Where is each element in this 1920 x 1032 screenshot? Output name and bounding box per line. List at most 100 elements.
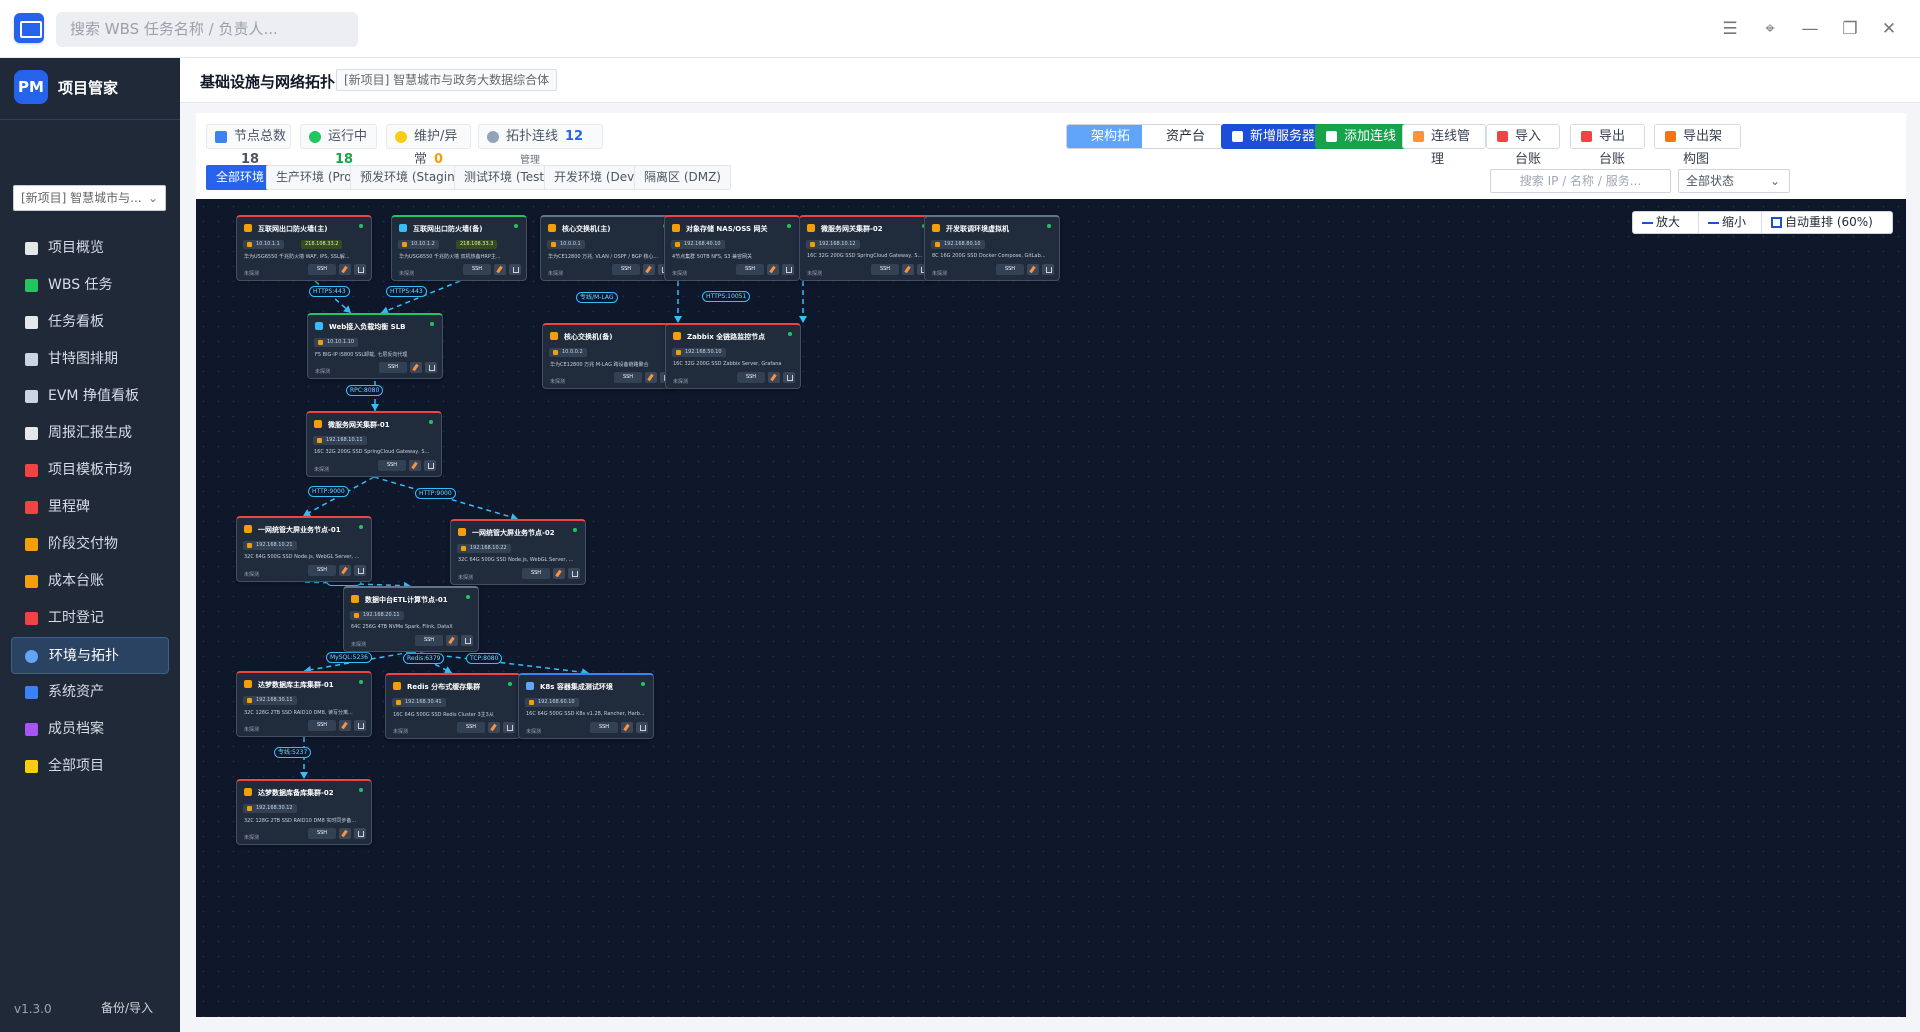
sidebar-item-1[interactable]: WBS 任务 — [0, 267, 180, 304]
edit-icon[interactable] — [1027, 264, 1039, 275]
trash-icon[interactable] — [1042, 264, 1054, 275]
restore-icon[interactable]: ❐ — [1838, 17, 1862, 41]
backup-import-link[interactable]: 备份/导入 — [101, 999, 153, 1016]
sidebar-item-2[interactable]: 任务看板 — [0, 304, 180, 341]
server-node[interactable]: 互联网出口防火墙(备) 10.10.1.2 218.108.33.3 华为USG655… — [391, 215, 527, 281]
edit-icon[interactable] — [621, 722, 633, 733]
link-label[interactable]: TCP:8080 — [466, 653, 503, 664]
minimize-icon[interactable]: — — [1798, 17, 1822, 41]
trash-icon[interactable] — [568, 568, 580, 579]
tab-all-environments[interactable]: 全部环境 — [206, 165, 275, 190]
ssh-button[interactable]: SSH — [308, 565, 336, 576]
ssh-button[interactable]: SSH — [308, 720, 336, 731]
ssh-button[interactable]: SSH — [737, 372, 765, 383]
auto-layout-button[interactable]: 自动重排 (60%) — [1762, 212, 1892, 233]
edit-icon[interactable] — [339, 264, 351, 275]
server-node[interactable]: K8s 容器集成测试环境 192.168.60.10 16C 64G 500G SS… — [518, 673, 654, 739]
zoom-in-button[interactable]: 放大 — [1633, 212, 1699, 233]
edit-icon[interactable] — [410, 362, 422, 373]
server-node[interactable]: 数据中台ETL计算节点-01 192.168.20.11 64C 256G 4TB … — [343, 586, 479, 652]
architecture-topology-tab[interactable]: 架构拓扑 — [1067, 125, 1142, 148]
server-node[interactable]: 达梦数据库备库集群-02 192.168.30.12 32C 128G 2TB SS… — [236, 779, 372, 845]
status-filter-select[interactable]: 全部状态 ⌄ — [1678, 169, 1790, 193]
ssh-button[interactable]: SSH — [415, 635, 443, 646]
trash-icon[interactable] — [461, 635, 473, 646]
trash-icon[interactable] — [354, 720, 366, 731]
ssh-button[interactable]: SSH — [614, 372, 642, 383]
zoom-out-button[interactable]: 缩小 — [1699, 212, 1762, 233]
edit-icon[interactable] — [768, 372, 780, 383]
server-node[interactable]: Redis 分布式缓存集群 192.168.30.41 16C 64G 500G S… — [385, 673, 521, 739]
server-node[interactable]: 微服务网关集群-02 192.168.10.12 16C 32G 200G SSD … — [799, 215, 935, 281]
sidebar-item-11[interactable]: 环境与拓扑 — [11, 637, 169, 674]
server-node[interactable]: 互联网出口防火墙(主) 10.10.1.1 218.108.33.2 华为USG655… — [236, 215, 372, 281]
trash-icon[interactable] — [354, 828, 366, 839]
sidebar-item-14[interactable]: 全部项目 — [0, 748, 180, 785]
link-label[interactable]: HTTP:9000 — [415, 488, 456, 499]
global-search-input[interactable]: 搜索 WBS 任务名称 / 负责人... — [56, 12, 358, 47]
sidebar-item-4[interactable]: EVM 挣值看板 — [0, 378, 180, 415]
link-label[interactable]: RPC:8080 — [346, 385, 384, 396]
edit-icon[interactable] — [767, 264, 779, 275]
sidebar-item-5[interactable]: 周报汇报生成 — [0, 415, 180, 452]
project-selector[interactable]: [新项目] 智慧城市与... ⌄ — [13, 185, 166, 211]
server-node[interactable]: 开发联调环境虚拟机 192.168.80.10 8C 16G 200G SSD Do… — [924, 215, 1060, 281]
sidebar-item-10[interactable]: 工时登记 — [0, 600, 180, 637]
sidebar-item-3[interactable]: 甘特图排期 — [0, 341, 180, 378]
edit-icon[interactable] — [446, 635, 458, 646]
server-node[interactable]: Web接入负载均衡 SLB 10.10.1.10 F5 BIG-IP i5800 S… — [307, 313, 443, 379]
server-node[interactable]: 微服务网关集群-01 192.168.10.11 16C 32G 200G SSD … — [306, 411, 442, 477]
trash-icon[interactable] — [503, 722, 515, 733]
link-management-button[interactable]: 连线管理 — [1402, 124, 1486, 167]
sidebar-item-13[interactable]: 成员档案 — [0, 711, 180, 748]
link-label[interactable]: HTTP:9000 — [308, 486, 349, 497]
ssh-button[interactable]: SSH — [522, 568, 550, 579]
edit-icon[interactable] — [339, 565, 351, 576]
edit-icon[interactable] — [643, 264, 655, 275]
close-icon[interactable]: ✕ — [1877, 17, 1901, 41]
sidebar-item-12[interactable]: 系统资产 — [0, 674, 180, 711]
trash-icon[interactable] — [509, 264, 521, 275]
link-label[interactable]: HTTPS:443 — [386, 286, 427, 297]
edit-icon[interactable] — [409, 460, 421, 471]
export-architecture-button[interactable]: 导出架构图 — [1654, 124, 1741, 167]
link-label[interactable]: HTTPS:443 — [309, 286, 350, 297]
edit-icon[interactable] — [902, 264, 914, 275]
link-label[interactable]: 专线:5237 — [274, 747, 312, 758]
export-ledger-button[interactable]: 导出台账 — [1570, 124, 1645, 167]
ssh-button[interactable]: SSH — [308, 264, 336, 275]
pin-icon[interactable]: ⌖ — [1758, 17, 1782, 41]
edit-icon[interactable] — [488, 722, 500, 733]
sidebar-item-8[interactable]: 阶段交付物 — [0, 526, 180, 563]
add-link-button[interactable]: 添加连线 — [1315, 124, 1409, 149]
edit-icon[interactable] — [339, 828, 351, 839]
trash-icon[interactable] — [636, 722, 648, 733]
edit-icon[interactable] — [645, 372, 657, 383]
link-label[interactable]: Redis:6379 — [403, 653, 445, 664]
ssh-button[interactable]: SSH — [590, 722, 618, 733]
menu-icon[interactable]: ☰ — [1718, 17, 1742, 41]
server-node[interactable]: 一网统管大屏业务节点-02 192.168.10.22 32C 64G 500G S… — [450, 519, 586, 585]
ssh-button[interactable]: SSH — [457, 722, 485, 733]
trash-icon[interactable] — [425, 362, 437, 373]
server-node[interactable]: 一网统管大屏业务节点-01 192.168.10.21 32C 64G 500G S… — [236, 516, 372, 582]
ssh-button[interactable]: SSH — [308, 828, 336, 839]
topology-canvas[interactable]: HTTPS:443 HTTPS:443 专线/M-LAG HTTPS:10051 RPC… — [196, 199, 1906, 1017]
trash-icon[interactable] — [782, 264, 794, 275]
trash-icon[interactable] — [354, 264, 366, 275]
sidebar-item-6[interactable]: 项目模板市场 — [0, 452, 180, 489]
sidebar-item-7[interactable]: 里程碑 — [0, 489, 180, 526]
sidebar-item-0[interactable]: 项目概览 — [0, 230, 180, 267]
edit-icon[interactable] — [339, 720, 351, 731]
ssh-button[interactable]: SSH — [612, 264, 640, 275]
link-label[interactable]: HTTPS:10051 — [702, 291, 751, 302]
trash-icon[interactable] — [354, 565, 366, 576]
ssh-button[interactable]: SSH — [379, 362, 407, 373]
ssh-button[interactable]: SSH — [736, 264, 764, 275]
ssh-button[interactable]: SSH — [463, 264, 491, 275]
link-label[interactable]: 专线/M-LAG — [576, 292, 618, 303]
asset-ledger-tab[interactable]: 资产台账 — [1142, 125, 1222, 148]
edit-icon[interactable] — [494, 264, 506, 275]
ssh-button[interactable]: SSH — [871, 264, 899, 275]
node-search-input[interactable]: 搜索 IP / 名称 / 服务... — [1490, 169, 1671, 193]
